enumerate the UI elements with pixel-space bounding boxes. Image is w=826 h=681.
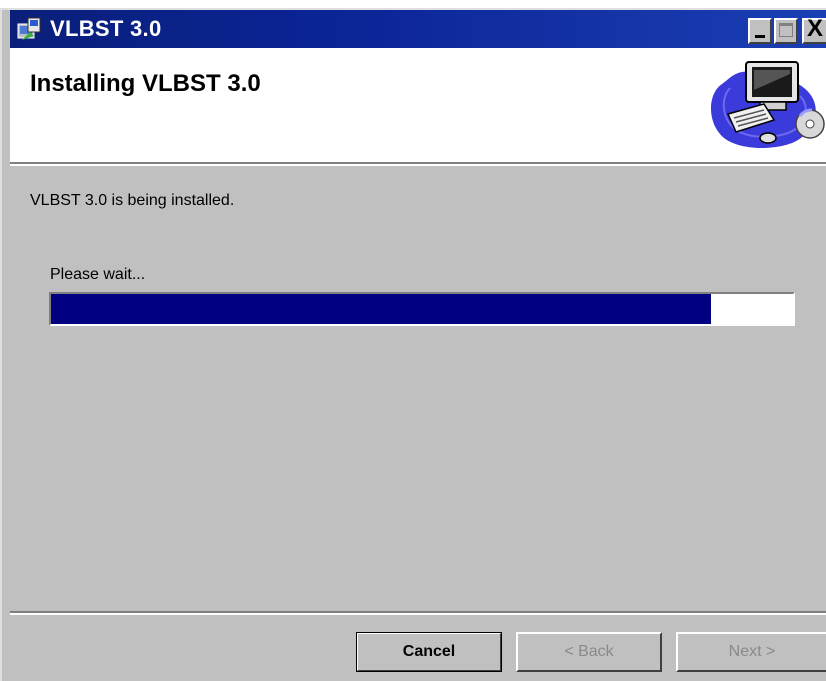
progress-bar-fill xyxy=(51,294,712,324)
minimize-button[interactable] xyxy=(748,18,772,44)
window-title: VLBST 3.0 xyxy=(50,16,162,41)
header-panel: Installing VLBST 3.0 xyxy=(10,48,826,164)
close-button[interactable]: X xyxy=(802,15,826,44)
maximize-icon xyxy=(779,23,793,37)
please-wait-label: Please wait... xyxy=(50,266,146,283)
cancel-button[interactable]: Cancel xyxy=(356,632,502,672)
maximize-button[interactable] xyxy=(774,18,798,44)
install-status-text: VLBST 3.0 is being installed. xyxy=(30,192,235,209)
footer-separator-highlight xyxy=(10,613,826,615)
minimize-icon xyxy=(755,35,765,38)
title-bar[interactable]: VLBST 3.0 X xyxy=(10,10,826,48)
back-button[interactable]: < Back xyxy=(516,632,662,672)
next-button[interactable]: Next > xyxy=(676,632,826,672)
computer-cd-icon xyxy=(702,54,826,154)
installer-icon xyxy=(16,16,44,42)
close-icon: X xyxy=(807,15,824,42)
page-title: Installing VLBST 3.0 xyxy=(30,70,261,97)
header-separator xyxy=(10,164,826,166)
install-progress-bar xyxy=(49,292,795,326)
